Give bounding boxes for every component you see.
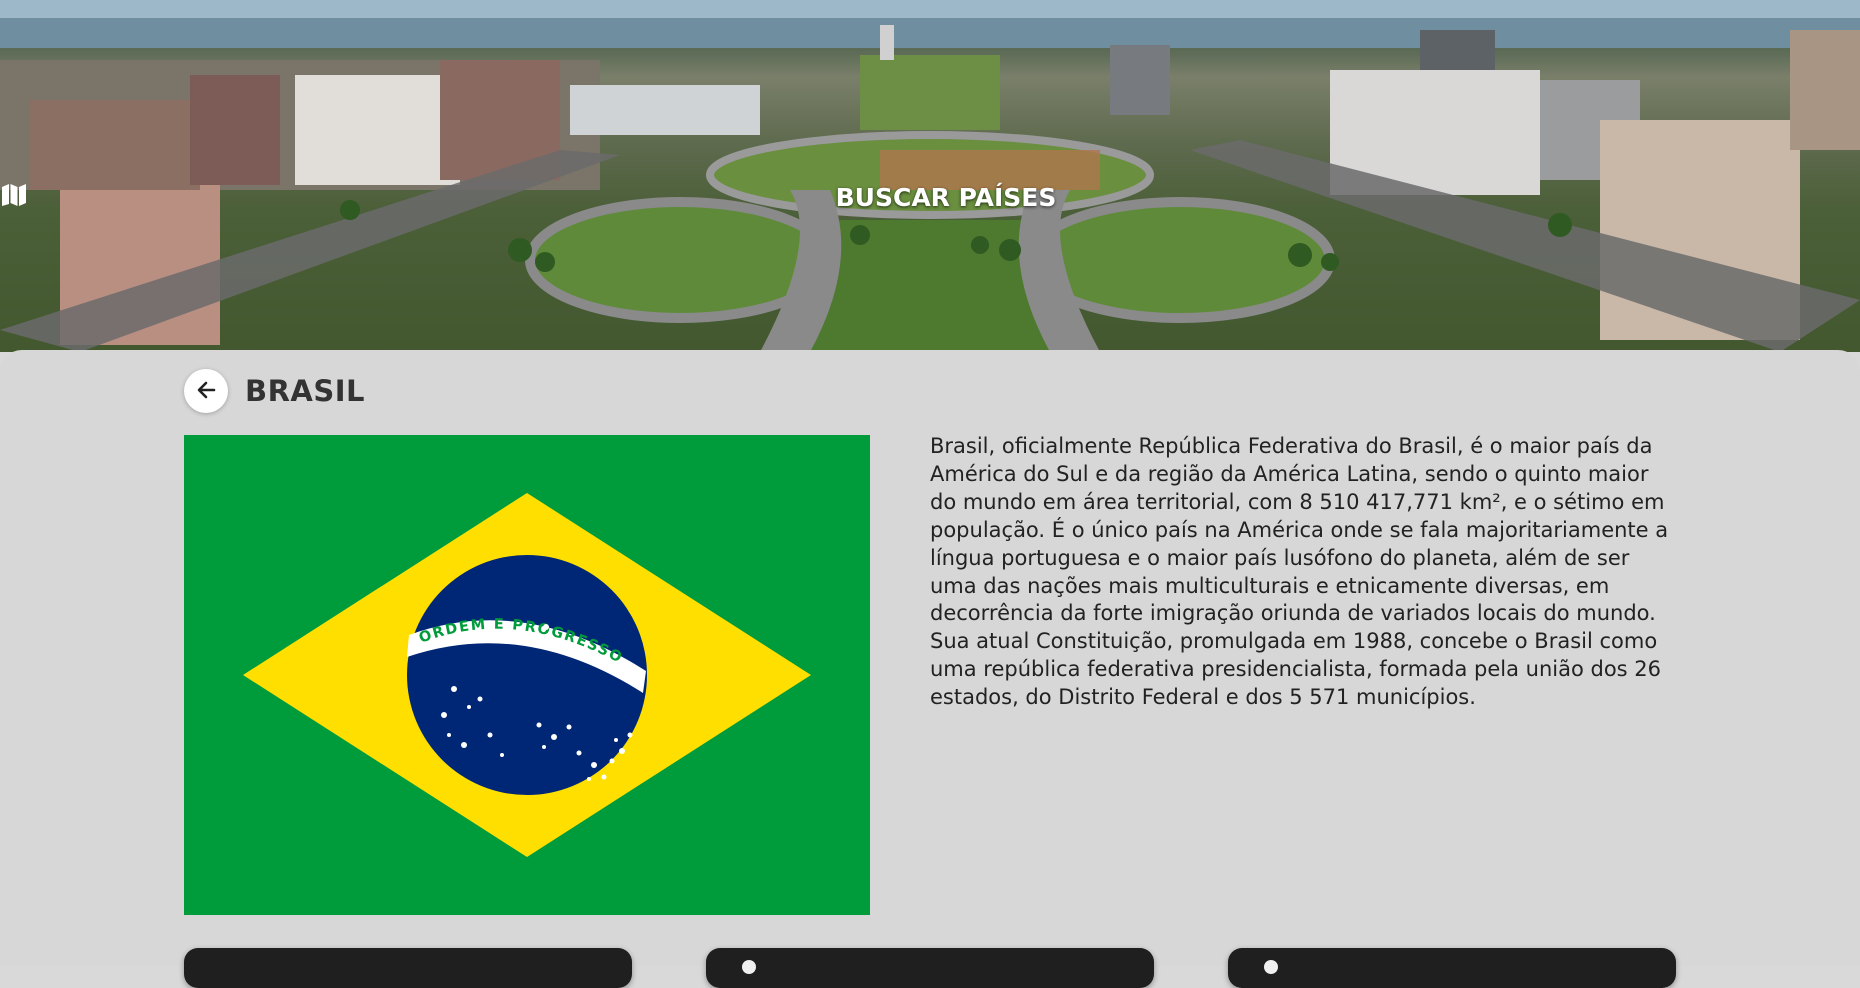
- back-button[interactable]: [184, 369, 228, 413]
- info-card-icon: [742, 960, 756, 974]
- info-card-1[interactable]: [184, 948, 632, 988]
- info-card-2[interactable]: [706, 948, 1154, 988]
- city-aerial-photo: [0, 0, 1860, 352]
- hero-banner: BUSCAR PAÍSES: [0, 0, 1860, 352]
- country-description: Brasil, oficialmente República Federativ…: [930, 434, 1669, 710]
- country-flag-image: ORDEM E PROGRESSO: [184, 435, 870, 915]
- arrow-left-icon: [196, 381, 216, 402]
- info-card-3[interactable]: [1228, 948, 1676, 988]
- map-icon: [2, 184, 832, 210]
- page-header-title[interactable]: BUSCAR PAÍSES: [0, 183, 1860, 212]
- info-card-icon: [1264, 960, 1278, 974]
- header-title-text: BUSCAR PAÍSES: [835, 183, 1057, 212]
- country-name-heading: BRASIL: [245, 374, 366, 408]
